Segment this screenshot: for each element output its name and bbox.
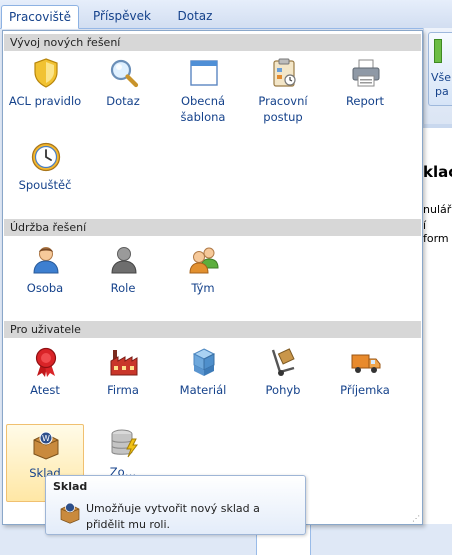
resize-handle[interactable]: ⋰	[412, 514, 420, 523]
svg-text:W: W	[42, 434, 50, 443]
tab-dotaz[interactable]: Dotaz	[165, 5, 225, 27]
item-trigger[interactable]: Spouštěč	[7, 141, 83, 217]
item-query[interactable]: Dotaz	[85, 57, 161, 133]
background-text-2: í form	[423, 219, 449, 245]
background-pane-2	[310, 524, 452, 555]
tab-pracoviste[interactable]: Pracoviště	[1, 5, 79, 29]
role-icon	[111, 247, 137, 274]
background-divider	[423, 124, 452, 128]
window-template-icon	[190, 60, 218, 86]
item-material[interactable]: Materiál	[165, 346, 241, 422]
item-report[interactable]: Report	[327, 57, 403, 133]
item-label-text: Obecná šablona	[180, 94, 226, 124]
background-heading: klac	[423, 163, 452, 181]
item-label: Pracovní postup	[245, 93, 321, 125]
clock-icon	[31, 142, 61, 172]
item-acl-rule[interactable]: ACL pravidlo	[7, 57, 83, 133]
item-receipt[interactable]: Příjemka	[327, 346, 403, 422]
background-text-1: nulář	[423, 203, 452, 216]
item-certificate[interactable]: Atest	[7, 346, 83, 422]
item-label: Tým	[191, 281, 215, 295]
item-team[interactable]: Tým	[165, 244, 241, 320]
select-all-icon	[434, 39, 442, 63]
item-workflow[interactable]: Pracovní postup	[245, 57, 321, 133]
item-label: Osoba	[26, 281, 64, 295]
section-header-maintenance: Údržba řešení	[4, 219, 421, 236]
tab-pracoviste-label: Pracoviště	[8, 10, 72, 24]
printer-icon	[352, 59, 380, 87]
item-label: Firma	[107, 383, 139, 397]
item-label: Atest	[30, 383, 60, 397]
item-label: Příjemka	[340, 383, 390, 397]
item-label: ACL pravidlo	[8, 94, 82, 108]
magnifier-icon	[110, 59, 139, 88]
warehouse-box-icon: W	[33, 431, 59, 460]
section-header-for-users: Pro uživatele	[4, 321, 421, 338]
item-person[interactable]: Osoba	[7, 244, 83, 320]
item-label: Role	[110, 281, 136, 295]
clipboard-workflow-icon	[273, 58, 296, 87]
item-label: Obecná šablona	[165, 93, 241, 125]
item-label: Dotaz	[106, 94, 140, 108]
item-label: Materiál	[179, 383, 227, 397]
tooltip-title: Sklad	[53, 480, 88, 493]
tooltip: Sklad Umožňuje vytvořit nový sklad a při…	[45, 475, 306, 535]
shield-icon	[34, 58, 58, 88]
item-movement[interactable]: Pohyb	[245, 346, 321, 422]
factory-icon	[110, 350, 138, 376]
select-all-button[interactable]: Vše pa	[428, 32, 452, 106]
item-label: Report	[345, 94, 385, 108]
person-icon	[33, 247, 59, 274]
item-label: Spouštěč	[18, 178, 72, 192]
tooltip-text: Umožňuje vytvořit nový sklad a přidělit …	[86, 502, 260, 531]
cubes-icon	[192, 348, 216, 376]
database-power-icon	[111, 429, 138, 458]
item-role[interactable]: Role	[85, 244, 161, 320]
team-icon	[189, 247, 219, 274]
tab-prispevek-label: Příspěvek	[93, 9, 151, 23]
item-generic-template[interactable]: Obecná šablona	[165, 57, 241, 133]
tab-dotaz-label: Dotaz	[177, 9, 213, 23]
ribbon-tab-bar: Pracoviště Příspěvek Dotaz	[0, 0, 452, 29]
delivery-truck-icon	[351, 354, 381, 373]
select-all-label-2: pa	[435, 85, 449, 98]
ribbon-award-icon	[35, 347, 57, 377]
hand-truck-icon	[271, 348, 295, 376]
warehouse-box-icon	[60, 502, 80, 524]
tab-prispevek[interactable]: Příspěvek	[84, 5, 160, 27]
workspace-dropdown-panel: Vývoj nových řešení ACL pravidlo Dotaz O…	[2, 30, 423, 525]
select-all-label-1: Vše	[431, 71, 452, 84]
item-label-text: Pracovní postup	[258, 94, 308, 124]
item-company[interactable]: Firma	[85, 346, 161, 422]
section-header-development: Vývoj nových řešení	[4, 34, 421, 51]
item-label: Pohyb	[265, 383, 301, 397]
